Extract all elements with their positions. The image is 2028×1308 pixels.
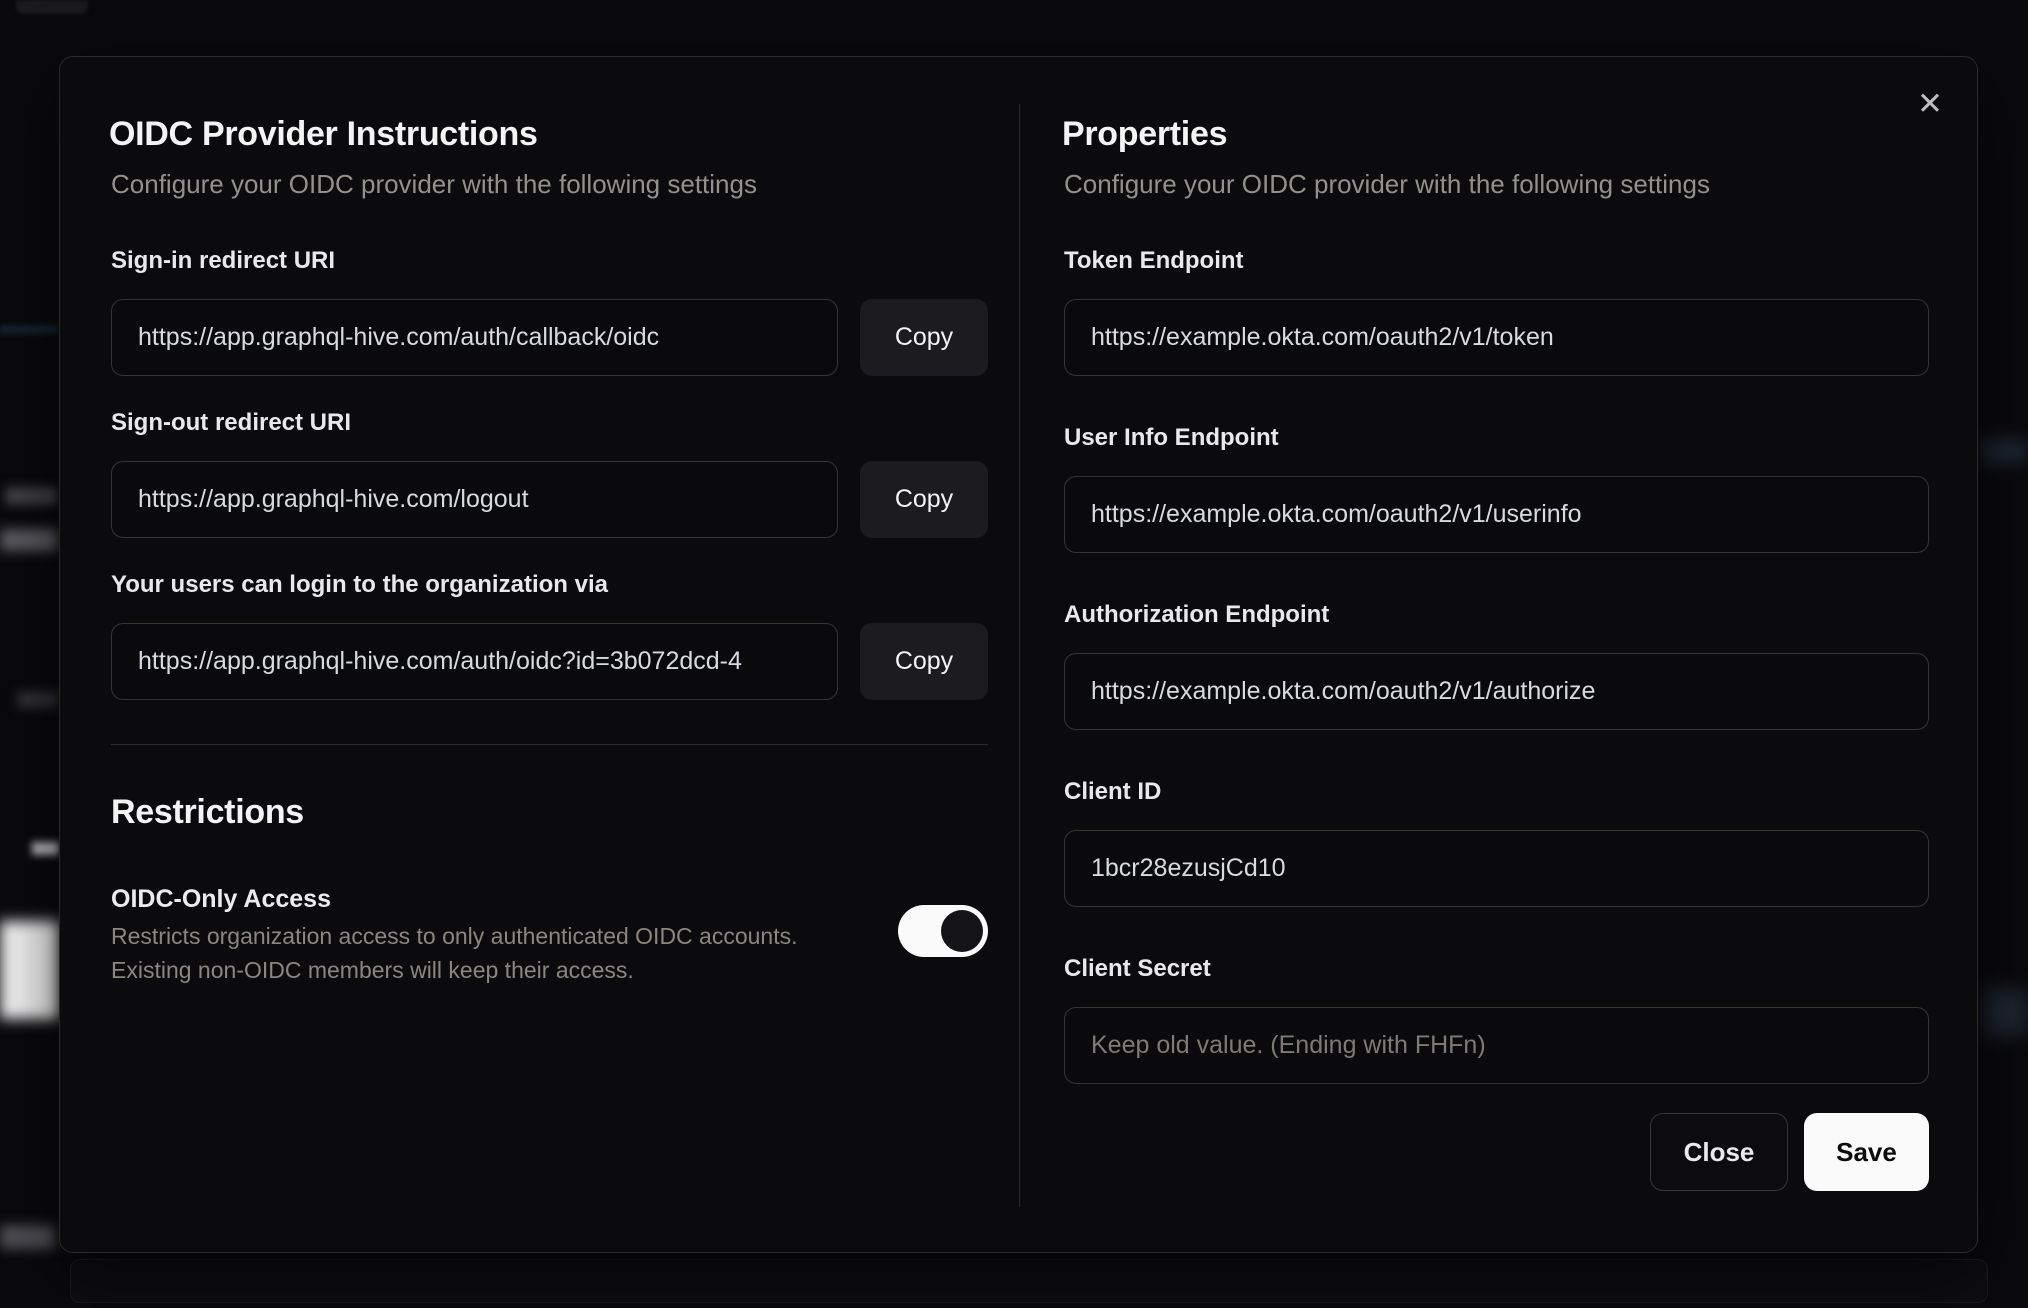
left-panel-subtitle: Configure your OIDC provider with the fo… — [111, 169, 757, 199]
background-artifact — [17, 691, 58, 708]
client-id-label: Client ID — [1064, 778, 1162, 805]
authorization-endpoint-label: Authorization Endpoint — [1064, 601, 1330, 628]
restrictions-heading: Restrictions — [111, 793, 304, 831]
toggle-knob — [941, 910, 983, 952]
background-artifact — [16, 0, 88, 14]
org-login-url-label: Your users can login to the organization… — [111, 571, 608, 598]
background-artifact — [5, 487, 57, 505]
sign-in-redirect-label: Sign-in redirect URI — [111, 247, 336, 274]
token-endpoint-label: Token Endpoint — [1064, 247, 1244, 274]
sign-out-redirect-label: Sign-out redirect URI — [111, 409, 352, 436]
token-endpoint-input[interactable] — [1064, 299, 1929, 376]
oidc-only-access-toggle[interactable] — [898, 905, 988, 957]
background-artifact — [32, 842, 59, 855]
right-panel-title: Properties — [1062, 115, 1228, 153]
background-artifact — [0, 325, 59, 334]
background-panel — [70, 1259, 1988, 1303]
oidc-only-access-description: Existing non-OIDC members will keep thei… — [111, 957, 634, 983]
background-artifact — [0, 1225, 55, 1249]
client-id-input[interactable] — [1064, 830, 1929, 907]
background-artifact — [0, 529, 58, 551]
oidc-only-access-label: OIDC-Only Access — [111, 885, 331, 913]
column-divider — [1019, 104, 1020, 1207]
copy-button-label: Copy — [894, 485, 954, 513]
oidc-only-access-description: Restricts organization access to only au… — [111, 923, 798, 949]
sign-out-redirect-input[interactable] — [111, 461, 838, 538]
right-panel-subtitle: Configure your OIDC provider with the fo… — [1064, 169, 1710, 199]
background-artifact — [0, 921, 59, 1019]
user-info-endpoint-input[interactable] — [1064, 476, 1929, 553]
copy-button-label: Copy — [894, 323, 954, 351]
close-icon: ✕ — [1917, 86, 1943, 121]
copy-button-label: Copy — [894, 647, 954, 675]
save-button[interactable]: Save — [1804, 1113, 1929, 1191]
user-info-endpoint-label: User Info Endpoint — [1064, 424, 1279, 451]
sign-in-redirect-input[interactable] — [111, 299, 838, 376]
authorization-endpoint-input[interactable] — [1064, 653, 1929, 730]
client-secret-label: Client Secret — [1064, 955, 1211, 982]
left-panel-title: OIDC Provider Instructions — [109, 115, 538, 153]
org-login-url-input[interactable] — [111, 623, 838, 700]
modal-close-button[interactable]: ✕ — [1911, 85, 1949, 123]
client-secret-input[interactable] — [1064, 1007, 1929, 1084]
copy-sign-out-button[interactable]: Copy — [860, 461, 988, 538]
copy-org-login-button[interactable]: Copy — [860, 623, 988, 700]
oidc-provider-modal: OIDC Provider Instructions Configure you… — [59, 56, 1978, 1253]
background-artifact — [1982, 438, 2028, 464]
background-artifact — [1984, 988, 2028, 1036]
save-button-label: Save — [1836, 1136, 1897, 1167]
close-button[interactable]: Close — [1650, 1113, 1788, 1191]
copy-sign-in-button[interactable]: Copy — [860, 299, 988, 376]
section-divider — [111, 744, 988, 745]
close-button-label: Close — [1683, 1136, 1755, 1167]
